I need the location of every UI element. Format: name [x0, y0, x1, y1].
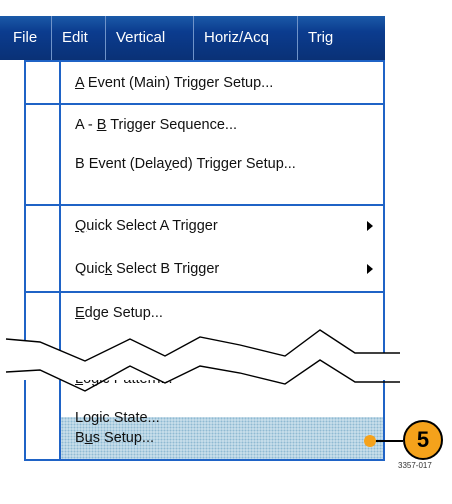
menu-trig[interactable]: Trig — [298, 16, 358, 60]
menu-item-edge-setup[interactable]: Edge Setup... — [61, 294, 383, 332]
submenu-arrow-icon — [367, 264, 373, 274]
mnemonic: L — [75, 371, 84, 387]
menu-item-label-post: Trigger Sequence... — [106, 117, 238, 133]
menu-item-label-post: uick Select A Trigger — [86, 218, 218, 234]
mnemonic: k — [104, 261, 113, 277]
mnemonic: y — [164, 156, 172, 172]
stage: File Edit Vertical Horiz/Acq Trig A Even… — [0, 0, 452, 504]
menu-separator — [26, 291, 383, 293]
menu-item-quick-select-b-trigger[interactable]: Quick Select B Trigger — [61, 250, 383, 288]
menu-horiz-acq[interactable]: Horiz/Acq — [194, 16, 298, 60]
step-callout-badge: 5 — [403, 420, 443, 460]
mnemonic: E — [75, 305, 85, 321]
menu-item-label-post: s Setup... — [92, 430, 155, 446]
menu-gutter — [26, 62, 61, 459]
trigger-dropdown-menu: A Event (Main) Trigger Setup... A - B Tr… — [24, 60, 385, 461]
menu-item-label-pre: Quic — [75, 261, 105, 277]
menu-vertical[interactable]: Vertical — [106, 16, 194, 60]
menu-file[interactable]: File — [0, 16, 52, 60]
menu-item-label-post: dge Setup... — [84, 305, 163, 321]
menu-item-a-event-trigger-setup[interactable]: A Event (Main) Trigger Setup... — [61, 64, 383, 102]
mnemonic: u — [84, 430, 93, 446]
menu-item-label-pre: A - — [75, 117, 97, 133]
submenu-arrow-icon — [367, 221, 373, 231]
menu-item-a-b-trigger-sequence[interactable]: A - B Trigger Sequence... — [61, 106, 383, 144]
mnemonic: A — [75, 75, 84, 91]
menu-separator — [26, 103, 383, 105]
menu-item-label-pre: B — [75, 430, 85, 446]
menu-bar: File Edit Vertical Horiz/Acq Trig — [0, 16, 385, 60]
menu-item-b-event-trigger-setup[interactable]: B Event (Delayed) Trigger Setup... — [61, 145, 383, 183]
mnemonic: B — [96, 117, 107, 133]
menu-item-logic-pattern[interactable]: Logic Pattern... — [61, 360, 383, 398]
menu-separator — [26, 204, 383, 206]
mnemonic: Q — [75, 218, 87, 234]
menu-item-label-post: Event (Main) Trigger Setup... — [83, 75, 274, 91]
menu-edit[interactable]: Edit — [52, 16, 106, 60]
menu-item-label-post: Select B Trigger — [112, 261, 220, 277]
menu-item-quick-select-a-trigger[interactable]: Quick Select A Trigger — [61, 207, 383, 245]
callout-pointer-dot — [364, 435, 376, 447]
menu-item-bus-setup[interactable]: Bus Setup... — [61, 419, 383, 457]
menu-item-label-post: ogic Pattern... — [83, 371, 173, 387]
figure-id: 3357-017 — [398, 461, 432, 470]
menu-item-label-post: ed) Trigger Setup... — [171, 156, 296, 172]
menu-item-label-pre: B Event (Dela — [75, 156, 165, 172]
